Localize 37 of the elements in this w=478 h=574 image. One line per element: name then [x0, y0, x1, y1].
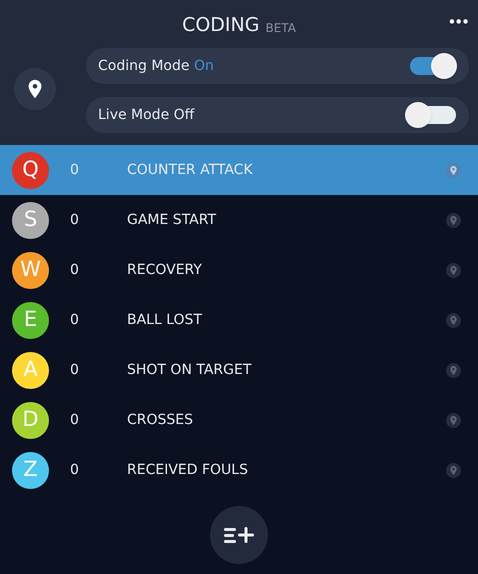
hotkey-badge: A — [12, 352, 49, 388]
code-count: 0 — [70, 160, 80, 180]
location-button[interactable] — [14, 68, 56, 110]
list-add-icon — [224, 526, 254, 542]
mode-label: Coding Mode On — [98, 56, 214, 76]
code-count: 0 — [70, 460, 80, 480]
code-count: 0 — [70, 410, 80, 430]
code-count: 0 — [70, 310, 80, 330]
hotkey-badge: Q — [12, 152, 49, 188]
location-pin-icon — [448, 414, 459, 426]
app-title: CODING — [182, 12, 260, 38]
location-pin-icon — [448, 464, 459, 476]
code-row[interactable]: Q 0 COUNTER ATTACK — [0, 145, 478, 195]
location-pin-icon — [448, 264, 459, 276]
code-name: CROSSES — [127, 410, 194, 430]
toggle-switch[interactable] — [405, 102, 457, 128]
location-pin-icon — [448, 214, 459, 226]
hotkey-badge: S — [12, 202, 49, 238]
code-name: BALL LOST — [127, 310, 202, 330]
location-pin-icon — [448, 314, 459, 326]
code-name: RECOVERY — [127, 260, 202, 280]
mode-label: Live Mode Off — [98, 106, 194, 124]
code-count: 0 — [70, 260, 80, 280]
hotkey-badge: W — [12, 252, 49, 288]
hotkey-badge: D — [12, 402, 49, 438]
more-menu-button[interactable]: ••• — [447, 15, 468, 30]
beta-label: BETA — [265, 20, 296, 37]
hotkey-badge: E — [12, 302, 49, 338]
code-name: GAME START — [127, 210, 216, 230]
code-name: COUNTER ATTACK — [127, 160, 253, 180]
location-pin-icon — [448, 364, 459, 376]
code-name: RECEIVED FOULS — [127, 460, 248, 480]
location-pin-icon — [448, 164, 459, 176]
code-count: 0 — [70, 210, 80, 230]
hotkey-badge: Z — [12, 452, 49, 488]
code-name: SHOT ON TARGET — [127, 360, 252, 380]
code-count: 0 — [70, 360, 80, 380]
